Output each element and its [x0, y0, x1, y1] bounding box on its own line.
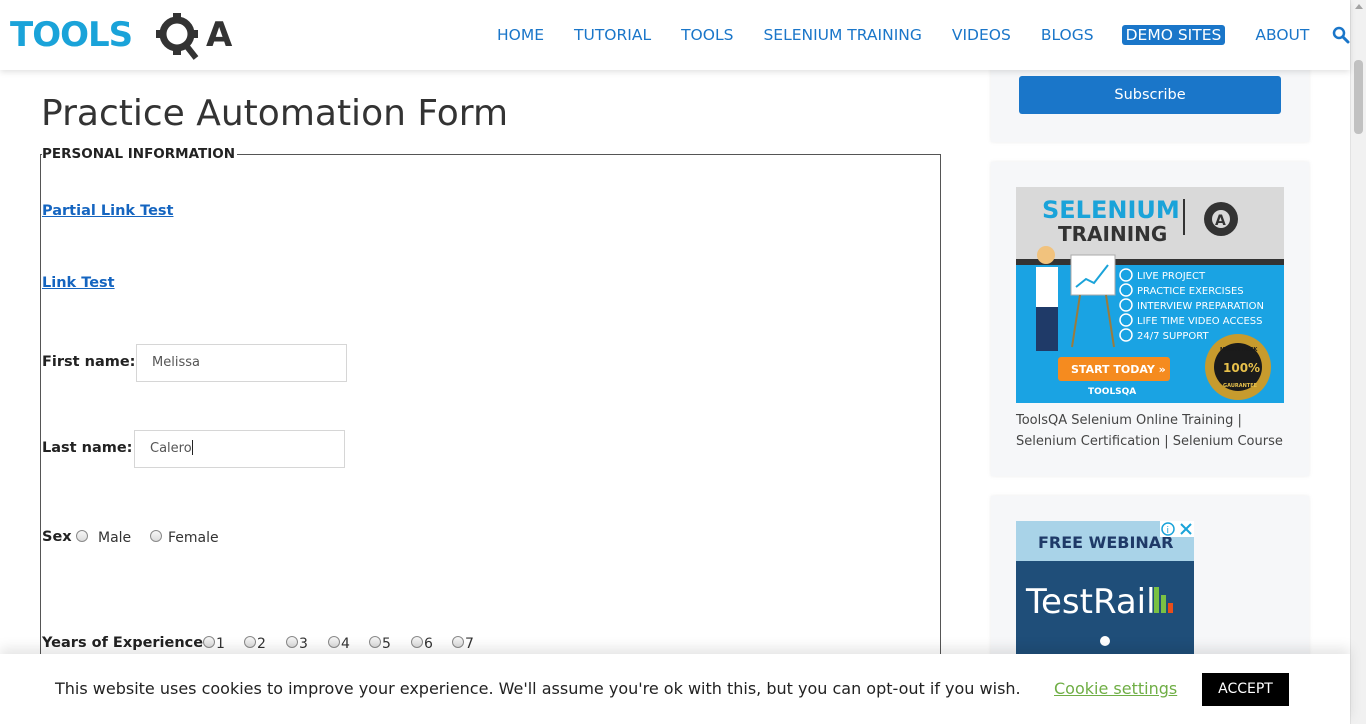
scrollbar-thumb[interactable]: [1354, 60, 1363, 134]
experience-option-7: 7: [465, 636, 474, 652]
experience-radio-3[interactable]: [286, 636, 298, 648]
ad-heading-selenium: SELENIUM: [1042, 196, 1180, 224]
nav-videos[interactable]: VIDEOS: [952, 26, 1011, 44]
ad-choices-icon[interactable]: i: [1160, 521, 1194, 537]
last-name-label: Last name:: [42, 440, 133, 456]
experience-radio-5[interactable]: [369, 636, 381, 648]
experience-option-2: 2: [257, 636, 266, 652]
experience-radio-4[interactable]: [328, 636, 340, 648]
selenium-training-ad[interactable]: SELENIUM TRAINING A LIVE PROJECT PRACTIC…: [1016, 187, 1284, 403]
webinar-ad[interactable]: FREE WEBINAR TestRail: [1016, 521, 1194, 661]
page-title: Practice Automation Form: [41, 93, 509, 134]
experience-radio-6[interactable]: [411, 636, 423, 648]
scroll-up-arrow-icon[interactable]: [1355, 4, 1363, 9]
logo-text-tools: TOOLS: [10, 15, 132, 55]
main-nav: HOME TUTORIAL TOOLS SELENIUM TRAINING VI…: [497, 25, 1339, 45]
cookie-settings-link[interactable]: Cookie settings: [1054, 679, 1177, 698]
ad-bullet-5: 24/7 SUPPORT: [1137, 331, 1209, 342]
ad-bullet-3: INTERVIEW PREPARATION: [1137, 301, 1264, 312]
svg-text:i: i: [1167, 526, 1170, 536]
nav-demo-sites[interactable]: DEMO SITES: [1121, 25, 1226, 45]
cookie-consent-bar: This website uses cookies to improve you…: [0, 654, 1350, 724]
nav-home[interactable]: HOME: [497, 26, 544, 44]
nav-blogs[interactable]: BLOGS: [1041, 26, 1094, 44]
experience-option-5: 5: [382, 636, 391, 652]
experience-label: Years of Experience: [42, 635, 204, 651]
logo-graphic: TOOLS A: [10, 13, 233, 60]
first-name-value: Melissa: [152, 355, 200, 370]
ad-bullet-1: LIVE PROJECT: [1137, 271, 1206, 282]
site-header: TOOLS A HOME TUTORIAL TOOLS SELENIUM TRA…: [0, 0, 1350, 70]
toolsqa-logo[interactable]: TOOLS A: [10, 10, 240, 64]
logo-text-a: A: [206, 15, 233, 55]
ad-brand: TOOLSQA: [1088, 387, 1136, 397]
ad-heading-training: TRAINING: [1058, 222, 1167, 246]
sex-male-label: Male: [98, 530, 132, 546]
first-name-label: First name:: [42, 354, 136, 370]
svg-text:A: A: [1215, 213, 1226, 229]
ad-cta: START TODAY »: [1071, 363, 1166, 376]
text-caret: [191, 440, 193, 455]
webinar-heading: FREE WEBINAR: [1038, 533, 1174, 552]
caption-line-1: ToolsQA Selenium Online Training |: [1016, 413, 1242, 428]
money-back-badge: MONEY BACK 100% GAURANTEE: [1205, 334, 1271, 400]
partial-link-test[interactable]: Partial Link Test: [42, 203, 173, 219]
svg-text:100%: 100%: [1223, 361, 1260, 375]
experience-option-4: 4: [341, 636, 350, 652]
svg-text:GAURANTEE: GAURANTEE: [1223, 383, 1258, 389]
link-test[interactable]: Link Test: [42, 275, 115, 291]
sex-male-radio[interactable]: [76, 530, 88, 542]
sex-female-label: Female: [168, 530, 219, 546]
experience-option-1: 1: [216, 636, 225, 652]
caption-line-2: Selenium Certification | Selenium Course: [1016, 434, 1283, 449]
gear-icon: [156, 13, 199, 60]
page-scrollbar[interactable]: [1350, 0, 1366, 724]
fieldset-legend: PERSONAL INFORMATION: [42, 146, 238, 162]
personal-info-fieldset: [40, 154, 941, 674]
nav-selenium-training[interactable]: SELENIUM TRAINING: [763, 26, 921, 44]
experience-option-6: 6: [424, 636, 433, 652]
webinar-product: TestRail: [1025, 582, 1156, 622]
experience-radio-1[interactable]: [203, 636, 215, 648]
search-icon[interactable]: [1332, 26, 1350, 44]
training-ad-caption[interactable]: ToolsQA Selenium Online Training | Selen…: [1016, 410, 1296, 452]
sex-female-radio[interactable]: [150, 530, 162, 542]
svg-text:MONEY BACK: MONEY BACK: [1220, 347, 1259, 353]
nav-tools[interactable]: TOOLS: [681, 26, 733, 44]
experience-radio-7[interactable]: [452, 636, 464, 648]
last-name-field[interactable]: Calero: [134, 430, 345, 468]
ad-bullet-4: LIFE TIME VIDEO ACCESS: [1137, 316, 1262, 327]
nav-about[interactable]: ABOUT: [1255, 26, 1309, 44]
last-name-value: Calero: [150, 441, 192, 456]
accept-cookies-button[interactable]: ACCEPT: [1202, 673, 1289, 706]
subscribe-button[interactable]: Subscribe: [1019, 76, 1281, 114]
sex-label: Sex: [42, 529, 72, 545]
ad-bullet-2: PRACTICE EXERCISES: [1137, 286, 1244, 297]
nav-tutorial[interactable]: TUTORIAL: [574, 26, 651, 44]
experience-radio-2[interactable]: [244, 636, 256, 648]
first-name-field[interactable]: Melissa: [136, 344, 347, 382]
cookie-message: This website uses cookies to improve you…: [55, 679, 1021, 698]
experience-option-3: 3: [299, 636, 308, 652]
gear-icon: A: [1204, 202, 1238, 236]
